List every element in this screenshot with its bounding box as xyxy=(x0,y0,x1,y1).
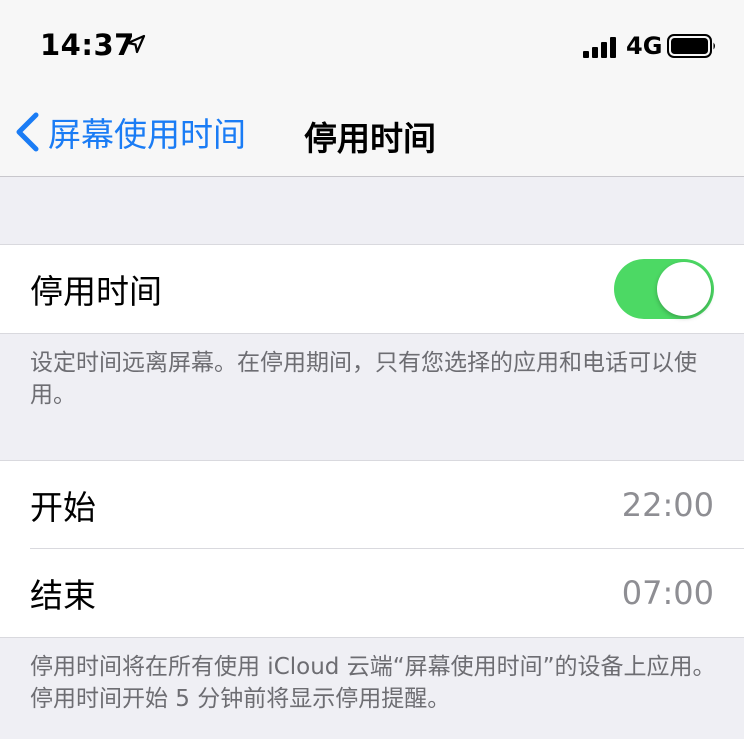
navigation-bar: 屏幕使用时间 停用时间 xyxy=(0,92,744,177)
start-time-value: 22:00 xyxy=(621,486,714,524)
start-label: 开始 xyxy=(30,488,96,527)
start-row[interactable]: 开始 22:00 xyxy=(0,461,744,549)
downtime-toggle[interactable] xyxy=(614,259,714,319)
downtime-group: 停用时间 xyxy=(0,244,744,334)
page-title: 停用时间 xyxy=(304,119,436,158)
end-label: 结束 xyxy=(30,576,96,615)
downtime-footer-text: 设定时间远离屏幕。在停用期间，只有您选择的应用和电话可以使用。 xyxy=(30,350,697,408)
cellular-signal-icon xyxy=(583,37,616,58)
back-button[interactable]: 屏幕使用时间 xyxy=(14,110,246,154)
chevron-left-icon xyxy=(16,112,39,152)
status-bar: 14:37 4G xyxy=(0,0,744,92)
schedule-footer-text: 停用时间将在所有使用 iCloud 云端“屏幕使用时间”的设备上应用。停用时间开… xyxy=(30,654,716,712)
end-row[interactable]: 结束 07:00 xyxy=(0,549,744,637)
location-arrow-icon xyxy=(126,34,146,54)
downtime-label: 停用时间 xyxy=(30,272,162,311)
schedule-group: 开始 22:00 结束 07:00 xyxy=(0,460,744,638)
toggle-knob xyxy=(657,262,711,316)
status-time: 14:37 xyxy=(40,28,135,62)
battery-full-icon xyxy=(667,34,715,58)
back-button-label: 屏幕使用时间 xyxy=(48,115,246,154)
end-time-value: 07:00 xyxy=(621,574,714,612)
network-type: 4G xyxy=(626,32,663,60)
downtime-row: 停用时间 xyxy=(0,245,744,333)
